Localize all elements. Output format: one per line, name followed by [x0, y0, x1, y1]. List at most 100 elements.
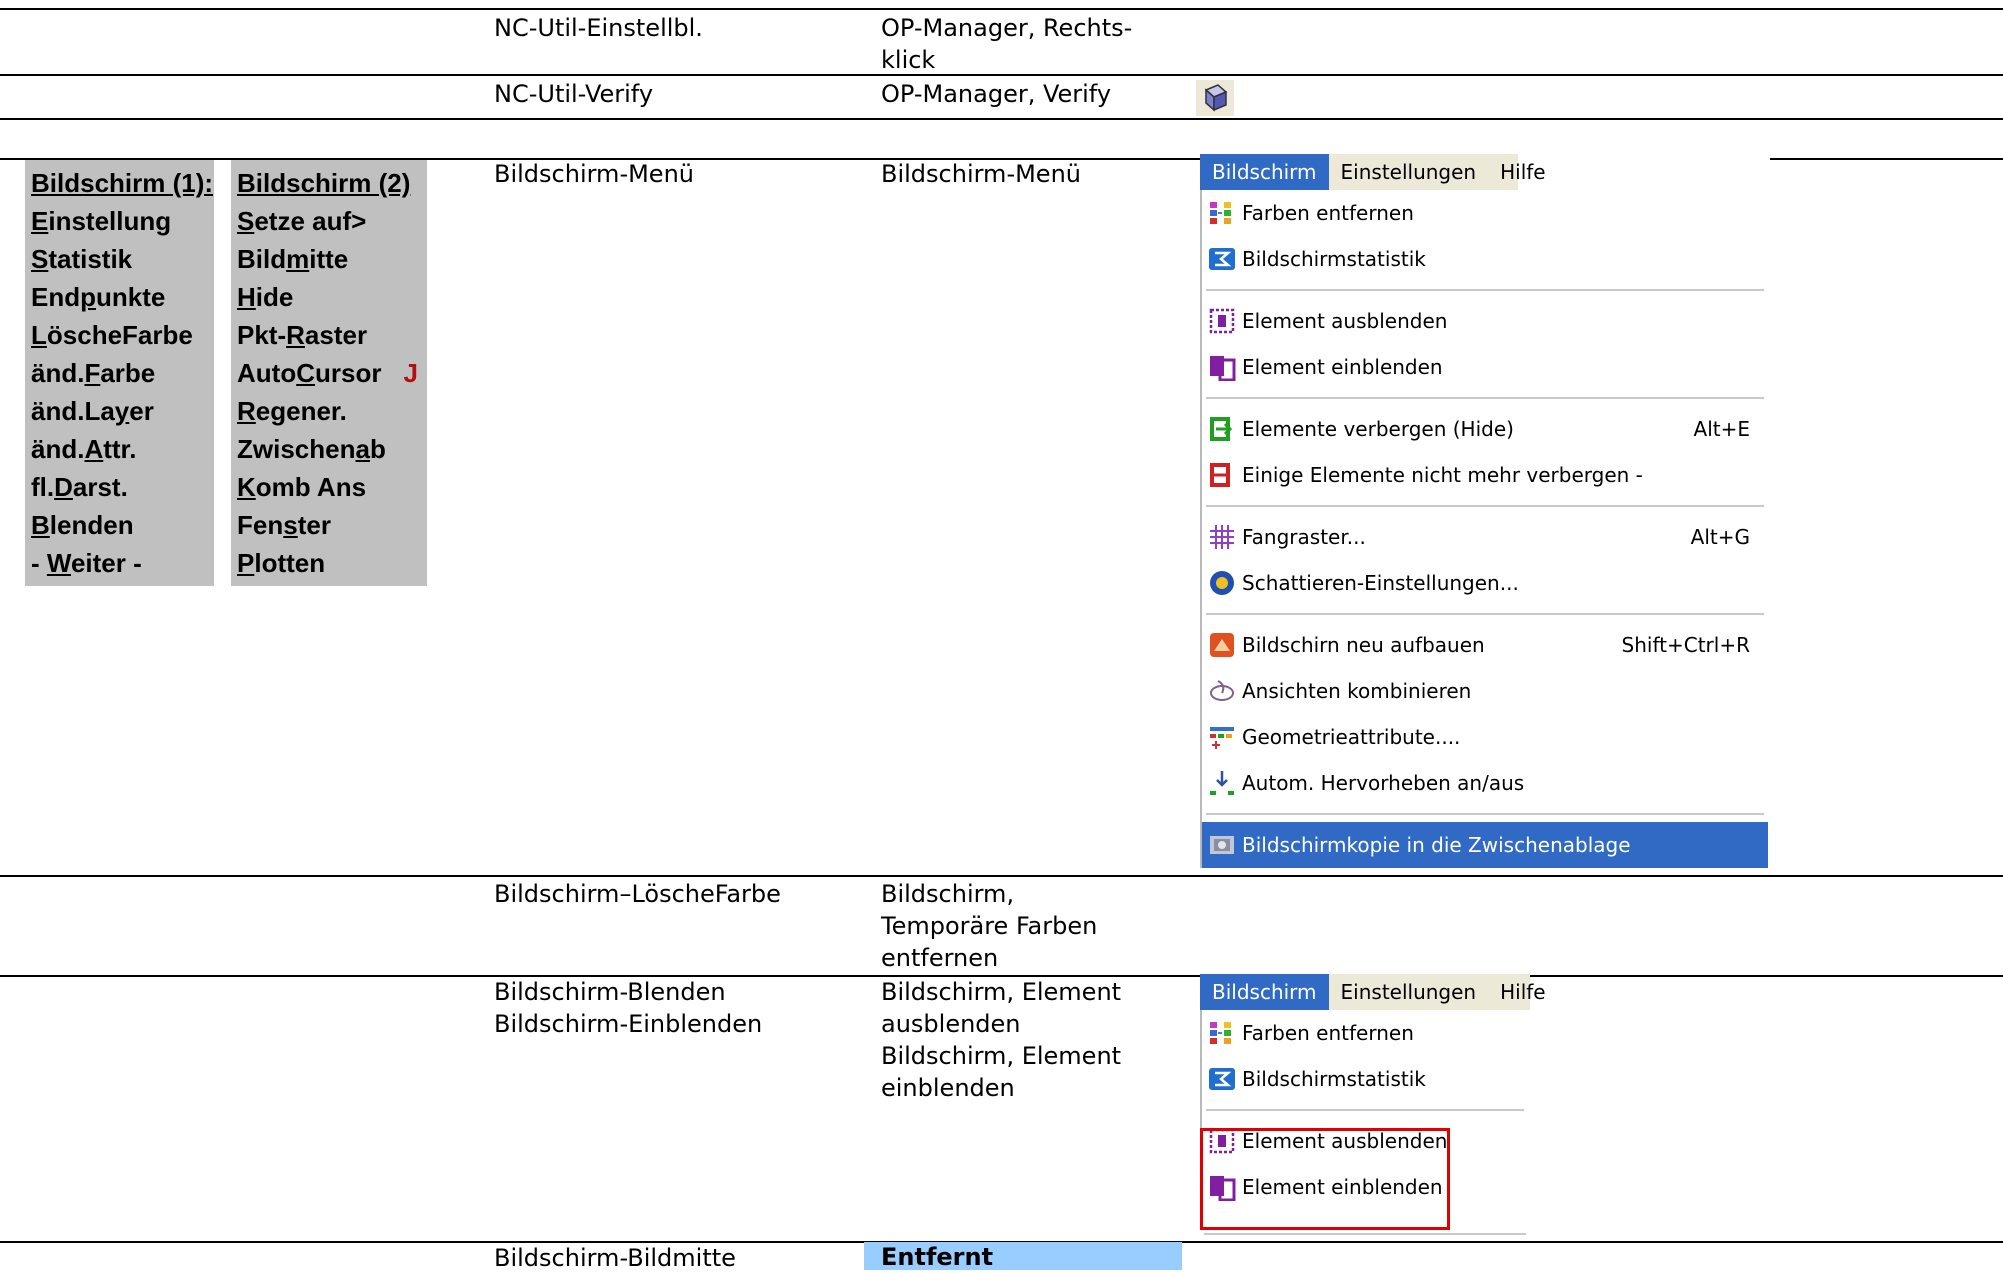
menu-item[interactable]: Einige Elemente nicht mehr verbergen - — [1202, 452, 1768, 498]
path-line: Bildschirm, Element — [881, 978, 1122, 1006]
menu-item[interactable]: Bildschirmstatistik — [1202, 1056, 1528, 1102]
old-menu-item[interactable]: Hide — [237, 278, 421, 316]
menu-item-label: Bildschirn neu aufbauen — [1242, 633, 1485, 657]
menu-item[interactable]: Farben entfernen — [1202, 1010, 1528, 1056]
old-menu-item[interactable]: Endpunkte — [31, 278, 208, 316]
command-name: Bildschirm-Blenden Bildschirm-Einblenden — [494, 976, 762, 1040]
path-line: Temporäre Farben — [881, 912, 1098, 940]
command-path: OP-Manager, Rechts- klick — [881, 12, 1132, 76]
active-mark: J — [403, 358, 418, 388]
old-menu-item[interactable]: LöscheFarbe — [31, 316, 208, 354]
old-menu-title: Bildschirm (2) — [237, 168, 411, 198]
old-menu-item[interactable]: - Weiter - — [31, 544, 208, 582]
menu-item[interactable]: Element einblenden — [1202, 344, 1768, 390]
command-name: Bildschirm-Menü — [494, 160, 694, 188]
hide-element-icon — [1208, 307, 1236, 335]
row-divider — [0, 8, 2003, 10]
old-menu-title: Bildschirm (1): — [31, 168, 214, 198]
old-menu-item[interactable]: Fenster — [237, 506, 421, 544]
show-element-icon — [1208, 353, 1236, 382]
old-menu-item[interactable]: änd.Farbe — [31, 354, 208, 392]
command-line: Bildschirm-Blenden — [494, 978, 726, 1006]
menu-item[interactable]: Elemente verbergen (Hide) Alt+E — [1202, 406, 1768, 452]
menu-panel: Farben entfernen Bildschirmstatistik Eleme… — [1200, 190, 1768, 868]
old-menu-item[interactable]: Bildmitte — [237, 240, 421, 278]
command-name: NC-Util-Verify — [494, 80, 654, 108]
sigma-statistics-icon — [1208, 1065, 1236, 1093]
command-path: OP-Manager, Verify — [881, 80, 1112, 108]
command-path: Bildschirm, Temporäre Farben entfernen — [881, 878, 1097, 974]
menubar-item-hilfe[interactable]: Hilfe — [1488, 154, 1558, 190]
old-menu-item[interactable]: Blenden — [31, 506, 208, 544]
old-menu-item[interactable]: AutoCursor J — [237, 354, 421, 392]
old-menu-item[interactable]: fl.Darst. — [31, 468, 208, 506]
old-menu-item[interactable]: Zwischenab — [237, 430, 421, 468]
bildschirm-dropdown-menu: Bildschirm Einstellungen Hilfe Farben en… — [1200, 154, 1770, 874]
menubar-item-einstellungen[interactable]: Einstellungen — [1329, 974, 1489, 1010]
menu-item-shortcut: Alt+E — [1693, 417, 1750, 441]
command-path: Bildschirm-Menü — [881, 160, 1081, 188]
path-line: OP-Manager, Rechts- — [881, 14, 1133, 42]
bildschirm-dropdown-menu-small: Bildschirm Einstellungen Hilfe Farben en… — [1200, 974, 1546, 1238]
menu-item[interactable]: Autom. Hervorheben an/aus — [1202, 760, 1768, 806]
remove-colors-icon — [1208, 199, 1236, 227]
menu-item[interactable]: Schattieren-Einstellungen... — [1202, 560, 1768, 606]
path-line: entfernen — [881, 944, 999, 972]
menu-item-label: Geometrieattribute.... — [1242, 725, 1461, 749]
screenshot-clipboard-icon — [1208, 831, 1236, 859]
menu-item-label: Bildschirmkopie in die Zwischenablage — [1242, 833, 1631, 857]
old-menu-item[interactable]: Plotten — [237, 544, 421, 582]
menu-separator — [1204, 1233, 1526, 1235]
command-name: Bildschirm–LöscheFarbe — [494, 880, 781, 908]
shading-settings-icon — [1208, 569, 1236, 597]
menubar: Bildschirm Einstellungen Hilfe — [1200, 154, 1546, 190]
path-line: klick — [881, 46, 936, 74]
menu-item[interactable]: Geometrieattribute.... — [1202, 714, 1768, 760]
old-menu-item[interactable]: Pkt-Raster — [237, 316, 421, 354]
command-name: Bildschirm-Bildmitte — [494, 1244, 736, 1272]
menu-item[interactable]: Ansichten kombinieren — [1202, 668, 1768, 714]
geometry-attributes-icon — [1208, 723, 1236, 751]
menu-item-label: Autom. Hervorheben an/aus — [1242, 771, 1525, 795]
row-divider — [0, 118, 2003, 120]
highlight-box — [1200, 1128, 1450, 1230]
verify-cube-icon — [1196, 80, 1234, 116]
path-line: Bildschirm, Element — [881, 1042, 1122, 1070]
command-line: Bildschirm-Einblenden — [494, 1010, 763, 1038]
rebuild-screen-icon — [1208, 631, 1236, 659]
menu-item-label: Fangraster... — [1242, 525, 1366, 549]
old-menu-item[interactable]: Komb Ans — [237, 468, 421, 506]
old-menu-item[interactable]: Statistik — [31, 240, 208, 278]
menubar-item-einstellungen[interactable]: Einstellungen — [1329, 154, 1489, 190]
menu-item[interactable]: Fangraster... Alt+G — [1202, 514, 1768, 560]
sigma-statistics-icon — [1208, 245, 1236, 273]
menu-item-label: Elemente verbergen (Hide) — [1242, 417, 1514, 441]
old-menu-item[interactable]: änd.Attr. — [31, 430, 208, 468]
command-path: Bildschirm, Element ausblenden Bildschir… — [881, 976, 1121, 1104]
old-menu-item[interactable]: Einstellung — [31, 202, 208, 240]
menu-item[interactable]: Farben entfernen — [1202, 190, 1768, 236]
snap-grid-icon — [1208, 523, 1236, 551]
menu-item[interactable]: Bildschirmstatistik — [1202, 236, 1768, 282]
menubar-item-bildschirm[interactable]: Bildschirm — [1200, 974, 1329, 1010]
hide-elements-green-icon — [1208, 415, 1236, 443]
menubar-item-bildschirm[interactable]: Bildschirm — [1200, 154, 1329, 190]
menubar: Bildschirm Einstellungen Hilfe — [1200, 974, 1546, 1010]
menu-item-label: Ansichten kombinieren — [1242, 679, 1472, 703]
menu-item-label: Bildschirmstatistik — [1242, 247, 1426, 271]
old-menu-item[interactable]: änd.Layer — [31, 392, 208, 430]
remove-colors-icon — [1208, 1019, 1236, 1047]
menu-item[interactable]: Element ausblenden — [1202, 298, 1768, 344]
unhide-elements-red-icon — [1208, 461, 1236, 489]
menu-item[interactable]: Bildschirn neu aufbauen Shift+Ctrl+R — [1202, 622, 1768, 668]
old-menu-item[interactable]: Regener. — [237, 392, 421, 430]
row-divider — [0, 875, 2003, 877]
menubar-item-hilfe[interactable]: Hilfe — [1488, 974, 1558, 1010]
old-menu-bildschirm-2: Bildschirm (2) Setze auf> Bildmitte Hide… — [231, 160, 427, 586]
menu-item-label: Einige Elemente nicht mehr verbergen - — [1242, 463, 1643, 487]
menu-item-label: Farben entfernen — [1242, 1021, 1414, 1045]
menu-item[interactable]: Bildschirmkopie in die Zwischenablage — [1202, 822, 1768, 868]
old-menu-bildschirm-1: Bildschirm (1): Einstellung Statistik En… — [25, 160, 214, 586]
command-name: NC-Util-Einstellbl. — [494, 14, 703, 42]
old-menu-item[interactable]: Setze auf> — [237, 202, 421, 240]
